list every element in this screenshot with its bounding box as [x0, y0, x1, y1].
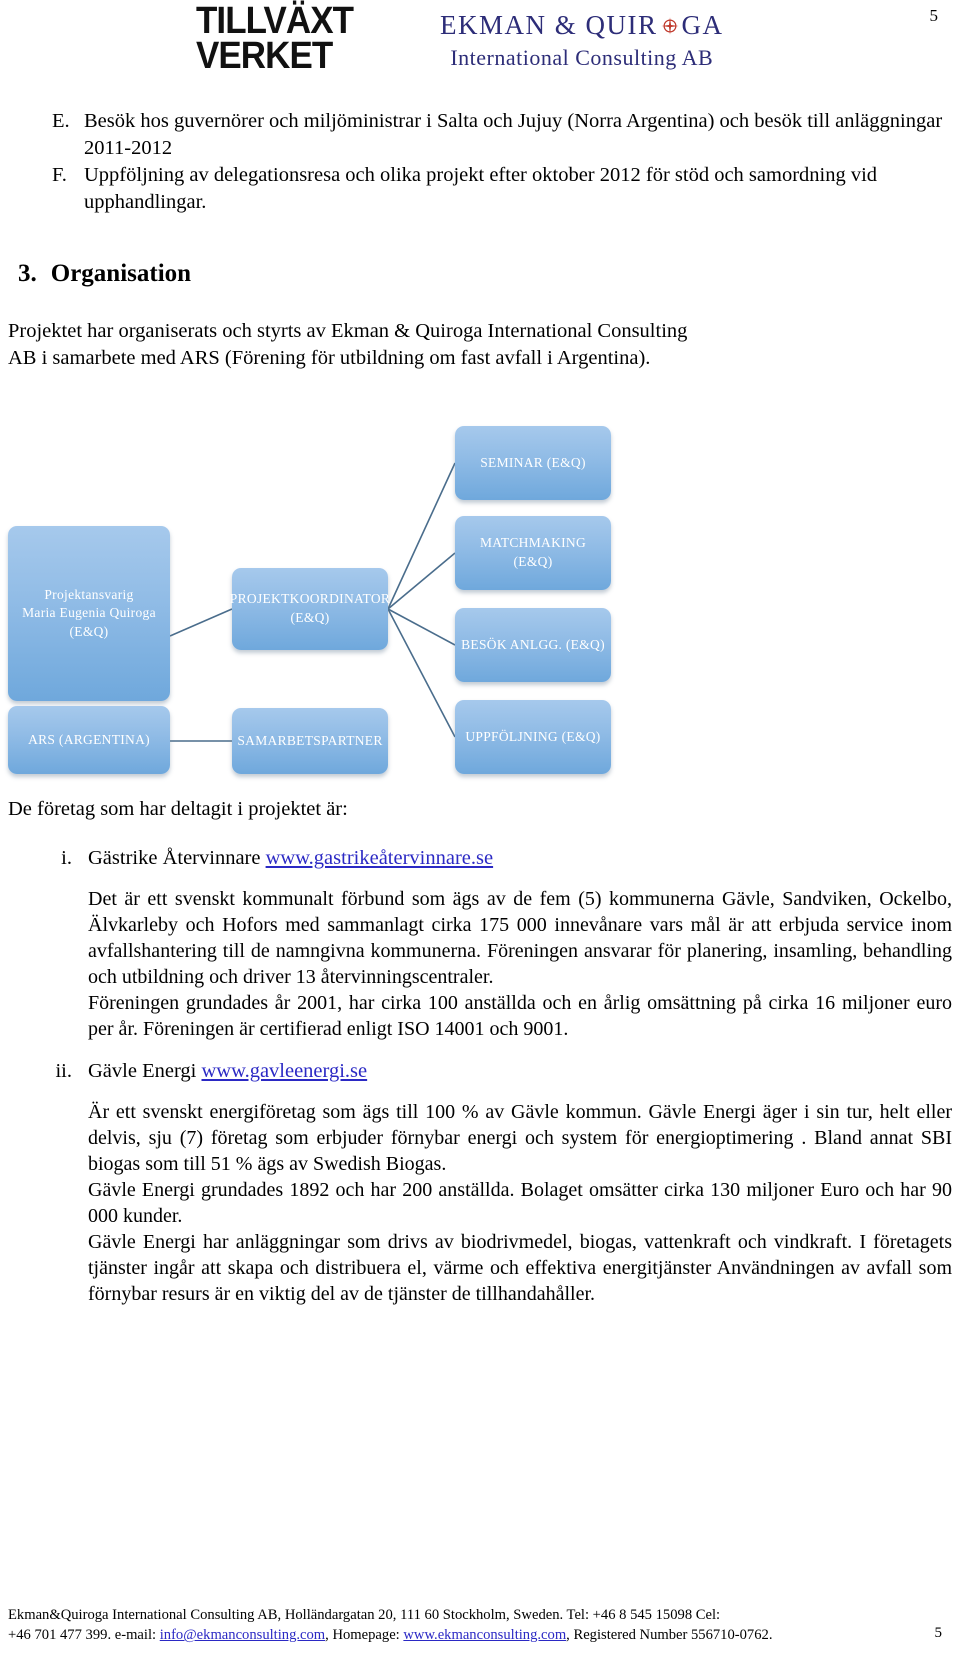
ekman-quiroga-logo: EKMAN & QUIR GA International Consulting … — [440, 10, 724, 71]
ekman-quiroga-subtitle: International Consulting AB — [450, 45, 714, 70]
footer-line-2: +46 701 477 399. e-mail: info@ekmanconsu… — [8, 1625, 942, 1646]
node-label: UPPFÖLJNING (E&Q) — [465, 728, 601, 744]
footer-homepage-label: , Homepage: — [325, 1627, 404, 1644]
orgchart-node-besok-anlgg[interactable]: BESÖK ANLGG. (E&Q) — [455, 608, 611, 683]
orgchart-node-uppfoljning[interactable]: UPPFÖLJNING (E&Q) — [455, 700, 611, 775]
companies-list: i. Gästrike Återvinnare www.gastrikeåter… — [0, 845, 960, 1307]
list-item-marker: E. — [52, 110, 70, 132]
company-paragraph: Gävle Energi har anläggningar som drivs … — [88, 1231, 952, 1306]
orgchart-node-matchmaking[interactable]: MATCHMAKING (E&Q) — [455, 516, 611, 591]
list-item: F. Uppföljning av delegationsresa och ol… — [0, 162, 960, 215]
node-label: (E&Q) — [290, 610, 330, 626]
document-page: TILLVÄXT VERKET EKMAN & QUIR GA Internati… — [0, 0, 960, 1658]
company-paragraph: Är ett svenskt energiföretag som ägs til… — [88, 1101, 952, 1176]
node-label: PROJEKTKOORDINATOR — [229, 591, 391, 607]
company-name: Gästrike Återvinnare — [88, 847, 261, 870]
node-label: MATCHMAKING (E&Q) — [479, 535, 587, 570]
node-label: SEMINAR (E&Q) — [480, 454, 586, 470]
ekman-quiroga-wordmark: EKMAN & QUIR GA — [440, 10, 724, 41]
node-label: Projektansvarig — [44, 586, 134, 602]
section-intro-paragraph: Projektet har organiserats och styrts av… — [8, 319, 688, 369]
section-title-text: Organisation — [50, 259, 192, 287]
lettered-list: E. Besök hos guvernörer och miljöministr… — [0, 108, 960, 216]
page-number-bottom: 5 — [934, 1624, 943, 1641]
company-website-link[interactable]: www.gavleenergi.se — [201, 1060, 367, 1082]
orgchart-node-projektansvarig[interactable]: Projektansvarig Maria Eugenia Quiroga (E… — [8, 526, 170, 702]
list-item-gastrike: i. Gästrike Återvinnare www.gastrikeåter… — [0, 845, 960, 872]
footer-registration-text: , Registered Number 556710-0762. — [566, 1627, 773, 1644]
node-label: (E&Q) — [69, 623, 109, 639]
tillvaxtverket-logo-line2: VERKET — [196, 34, 333, 77]
orgchart-node-ars[interactable]: ARS (ARGENTINA) — [8, 706, 170, 775]
company-website-link[interactable]: www.gastrikeåtervinnare.se — [266, 847, 494, 869]
orgchart-node-seminar[interactable]: SEMINAR (E&Q) — [455, 426, 611, 501]
company-paragraph: Gävle Energi grundades 1892 och har 200 … — [88, 1179, 952, 1228]
node-label: BESÖK ANLGG. (E&Q) — [461, 636, 605, 652]
company-paragraph: Föreningen grundades år 2001, har cirka … — [88, 992, 952, 1041]
orgchart-node-projektkoordinator[interactable]: PROJEKTKOORDINATOR (E&Q) — [229, 568, 391, 651]
list-item-text: Uppföljning av delegationsresa och olika… — [84, 164, 878, 213]
tillvaxtverket-logo: TILLVÄXT VERKET — [196, 2, 354, 77]
section-heading: 3. Organisation — [18, 260, 960, 288]
page-number-top: 5 — [929, 6, 939, 25]
company-name: Gävle Energi — [88, 1060, 197, 1083]
node-label: SAMARBETSPARTNER — [237, 732, 383, 748]
footer-email-link[interactable]: info@ekmanconsulting.com — [160, 1627, 325, 1643]
section-number: 3. — [18, 259, 37, 287]
ekman-quiroga-wordmark-pre: EKMAN & QUIR — [440, 10, 658, 40]
list-item-gavle-energi: ii. Gävle Energi www.gavleenergi.se — [0, 1058, 960, 1085]
list-item-marker: F. — [52, 164, 67, 187]
footer-line-1: Ekman&Quiroga International Consulting A… — [8, 1606, 721, 1623]
page-footer: Ekman&Quiroga International Consulting A… — [0, 1603, 960, 1646]
organisation-chart: Projektansvarig Maria Eugenia Quiroga (E… — [0, 408, 960, 786]
footer-phone-text: +46 701 477 399. e-mail: — [8, 1627, 160, 1644]
list-item-marker: ii. — [55, 1060, 72, 1083]
orgchart-node-samarbetspartner[interactable]: SAMARBETSPARTNER — [232, 708, 388, 775]
node-label: Maria Eugenia Quiroga — [22, 605, 156, 621]
list-item: E. Besök hos guvernörer och miljöministr… — [0, 108, 960, 161]
companies-intro: De företag som har deltagit i projektet … — [8, 798, 348, 821]
node-label: ARS (ARGENTINA) — [28, 731, 150, 747]
list-item-marker: i. — [61, 847, 72, 870]
page-header: TILLVÄXT VERKET EKMAN & QUIR GA Internati… — [0, 0, 960, 100]
ekman-quiroga-wordmark-post: GA — [681, 10, 724, 40]
footer-homepage-link[interactable]: www.ekmanconsulting.com — [403, 1627, 566, 1643]
compass-rose-icon — [659, 15, 681, 37]
document-body: E. Besök hos guvernörer och miljöministr… — [0, 108, 960, 1307]
company-paragraph: Det är ett svenskt kommunalt förbund som… — [88, 888, 952, 989]
list-item-text: Besök hos guvernörer och miljöministrar … — [84, 110, 943, 159]
